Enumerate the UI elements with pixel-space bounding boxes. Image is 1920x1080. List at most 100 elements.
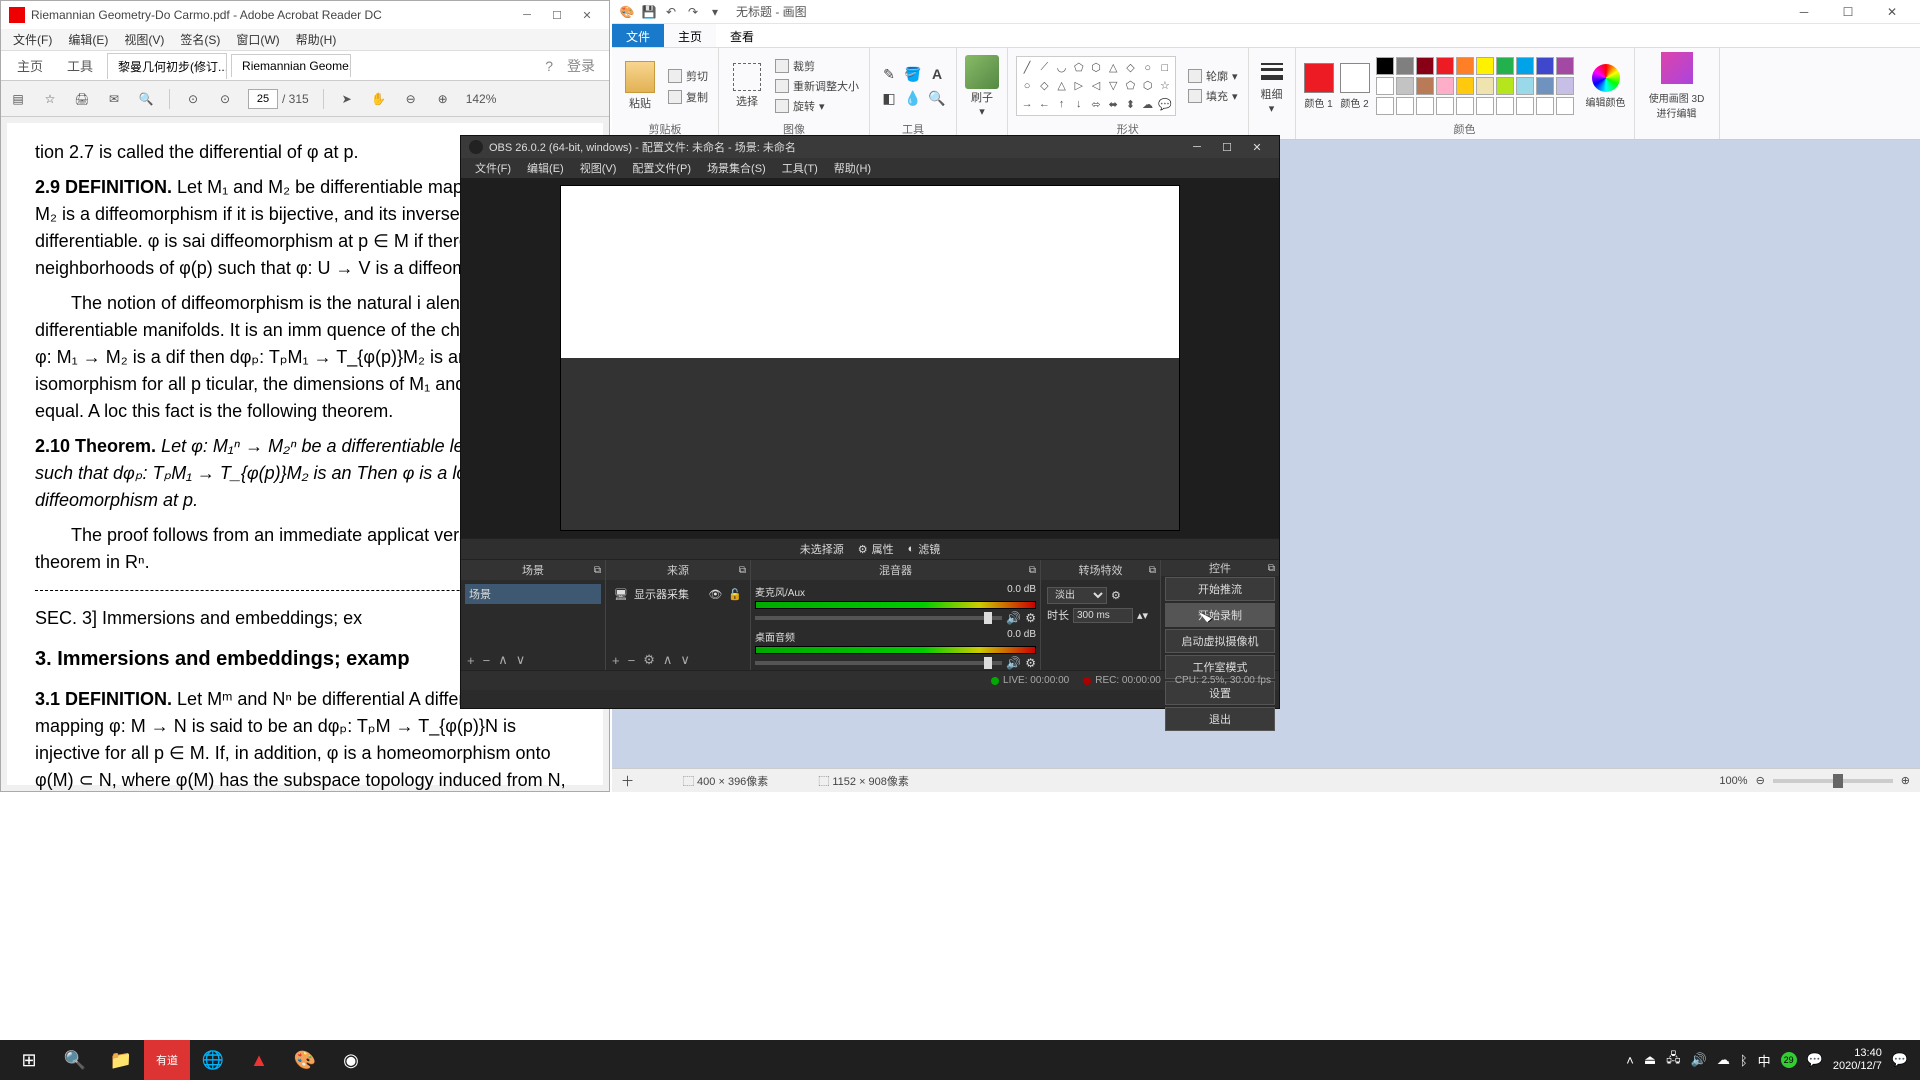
tray-onedrive-icon[interactable]: ☁ — [1717, 1052, 1730, 1068]
explorer-button[interactable]: 📁 — [98, 1040, 144, 1080]
minimize-button[interactable]: ─ — [1782, 0, 1826, 24]
menu-view[interactable]: 视图(V) — [118, 29, 170, 50]
search-icon[interactable]: 🔍 — [137, 90, 155, 108]
up-button[interactable]: ∧ — [663, 652, 673, 668]
zoom-level[interactable]: 142% — [466, 92, 497, 106]
shapes-gallery[interactable]: ╱⟋◡⬠⬡△◇○□ ○◇△▷◁▽⬠⬡☆ →←↑↓⬄⬌⬍☁💬 — [1016, 56, 1176, 116]
tools-tab[interactable]: 工具 — [57, 52, 103, 79]
print-icon[interactable]: 🖨 — [73, 90, 91, 108]
gear-icon[interactable]: ⚙ — [1025, 656, 1036, 670]
tray-app-icon[interactable]: 29 — [1781, 1052, 1797, 1068]
palette-swatch[interactable] — [1556, 97, 1574, 115]
menu-help[interactable]: 帮助(H) — [290, 29, 343, 50]
crop-button[interactable]: 裁剪 — [773, 57, 861, 75]
maximize-button[interactable]: ☐ — [543, 5, 571, 25]
popout-icon[interactable]: ⧉ — [739, 565, 746, 576]
tray-volume-icon[interactable]: 🔊 — [1691, 1052, 1707, 1068]
paint3d-icon[interactable] — [1661, 52, 1693, 84]
palette-swatch[interactable] — [1436, 77, 1454, 95]
visibility-icon[interactable]: 👁 — [708, 588, 722, 601]
file-tab-1[interactable]: Riemannian Geome...× — [231, 54, 351, 77]
palette-swatch[interactable] — [1536, 57, 1554, 75]
paste-button[interactable]: 粘贴 — [620, 61, 660, 111]
app-button[interactable]: 有道 — [144, 1040, 190, 1080]
magnify-icon[interactable]: 🔍 — [926, 87, 948, 109]
palette-swatch[interactable] — [1496, 97, 1514, 115]
rotate-button[interactable]: 旋转▾ — [773, 97, 861, 115]
menu-help[interactable]: 帮助(H) — [828, 158, 877, 178]
edit-colors-button[interactable]: 编辑颜色 — [1586, 64, 1626, 109]
chrome-button[interactable]: 🌐 — [190, 1040, 236, 1080]
popout-icon[interactable]: ⧉ — [1029, 565, 1036, 576]
gear-icon[interactable]: ⚙ — [643, 652, 655, 668]
zoom-slider[interactable] — [1773, 779, 1893, 783]
remove-button[interactable]: − — [628, 653, 636, 668]
volume-slider[interactable] — [755, 616, 1002, 620]
mail-icon[interactable]: ✉ — [105, 90, 123, 108]
minimize-button[interactable]: ─ — [513, 5, 541, 25]
page-down-icon[interactable]: ⊙ — [216, 90, 234, 108]
palette-swatch[interactable] — [1516, 97, 1534, 115]
zoom-out-icon[interactable]: ⊖ — [402, 90, 420, 108]
acrobat-button[interactable]: ▲ — [236, 1040, 282, 1080]
help-icon[interactable]: ? — [545, 58, 553, 74]
gear-icon[interactable]: ⚙ — [1111, 589, 1121, 602]
notifications-icon[interactable]: 💬 — [1892, 1052, 1908, 1068]
color1-button[interactable]: 颜色 1 — [1304, 63, 1334, 110]
tray-network-icon[interactable]: 🖧 — [1666, 1049, 1681, 1071]
clock[interactable]: 13:40 2020/12/7 — [1833, 1047, 1882, 1073]
palette-swatch[interactable] — [1376, 57, 1394, 75]
menu-scenes[interactable]: 场景集合(S) — [701, 158, 772, 178]
palette-swatch[interactable] — [1536, 77, 1554, 95]
color2-button[interactable]: 颜色 2 — [1340, 63, 1370, 110]
menu-file[interactable]: 文件(F) — [7, 29, 58, 50]
fill-icon[interactable]: 🪣 — [902, 63, 924, 85]
obs-preview[interactable] — [461, 178, 1279, 538]
scene-item[interactable]: 场景 — [465, 584, 601, 604]
menu-sign[interactable]: 签名(S) — [174, 29, 226, 50]
virtual-cam-button[interactable]: 启动虚拟摄像机 — [1165, 629, 1275, 653]
picker-icon[interactable]: 💧 — [902, 87, 924, 109]
zoom-out-button[interactable]: ⊖ — [1756, 774, 1765, 787]
volume-slider[interactable] — [755, 661, 1002, 665]
tray-ime-icon[interactable]: 中 — [1758, 1051, 1771, 1070]
menu-tools[interactable]: 工具(T) — [776, 158, 824, 178]
palette-swatch[interactable] — [1516, 77, 1534, 95]
menu-edit[interactable]: 编辑(E) — [62, 29, 114, 50]
eraser-icon[interactable]: ◧ — [878, 87, 900, 109]
palette-swatch[interactable] — [1456, 77, 1474, 95]
filters-button[interactable]: ◐滤镜 — [908, 541, 941, 557]
popout-icon[interactable]: ⧉ — [1149, 565, 1156, 576]
login-button[interactable]: 登录 — [567, 56, 595, 76]
palette-swatch[interactable] — [1396, 57, 1414, 75]
palette-swatch[interactable] — [1456, 97, 1474, 115]
select-button[interactable]: 选择 — [727, 63, 767, 109]
transition-select[interactable]: 淡出 — [1047, 587, 1107, 604]
paint-button[interactable]: 🎨 — [282, 1040, 328, 1080]
maximize-button[interactable]: ☐ — [1213, 138, 1241, 156]
file-tab-0[interactable]: 黎曼几何初步(修订...× — [107, 53, 227, 79]
palette-swatch[interactable] — [1536, 97, 1554, 115]
home-tab[interactable]: 主页 — [664, 24, 716, 47]
fill-button[interactable]: 填充▾ — [1186, 87, 1240, 105]
obs-button[interactable]: ◉ — [328, 1040, 374, 1080]
home-tab[interactable]: 主页 — [7, 52, 53, 79]
palette-swatch[interactable] — [1556, 77, 1574, 95]
palette-swatch[interactable] — [1496, 77, 1514, 95]
palette-swatch[interactable] — [1396, 97, 1414, 115]
speaker-icon[interactable]: 🔊 — [1006, 656, 1021, 670]
popout-icon[interactable]: ⧉ — [594, 565, 601, 576]
menu-file[interactable]: 文件(F) — [469, 158, 517, 178]
tray-up-icon[interactable]: ˄ — [1626, 1053, 1634, 1068]
source-item[interactable]: 🖥 显示器采集 👁 🔓 — [610, 584, 746, 604]
palette-swatch[interactable] — [1436, 97, 1454, 115]
redo-icon[interactable]: ↷ — [684, 3, 702, 21]
palette-swatch[interactable] — [1476, 77, 1494, 95]
close-button[interactable]: ✕ — [1870, 0, 1914, 24]
menu-window[interactable]: 窗口(W) — [230, 29, 285, 50]
close-button[interactable]: ✕ — [1243, 138, 1271, 156]
palette-swatch[interactable] — [1476, 97, 1494, 115]
lock-icon[interactable]: 🔓 — [728, 588, 742, 601]
pencil-icon[interactable]: ✎ — [878, 63, 900, 85]
start-button[interactable]: ⊞ — [6, 1040, 52, 1080]
